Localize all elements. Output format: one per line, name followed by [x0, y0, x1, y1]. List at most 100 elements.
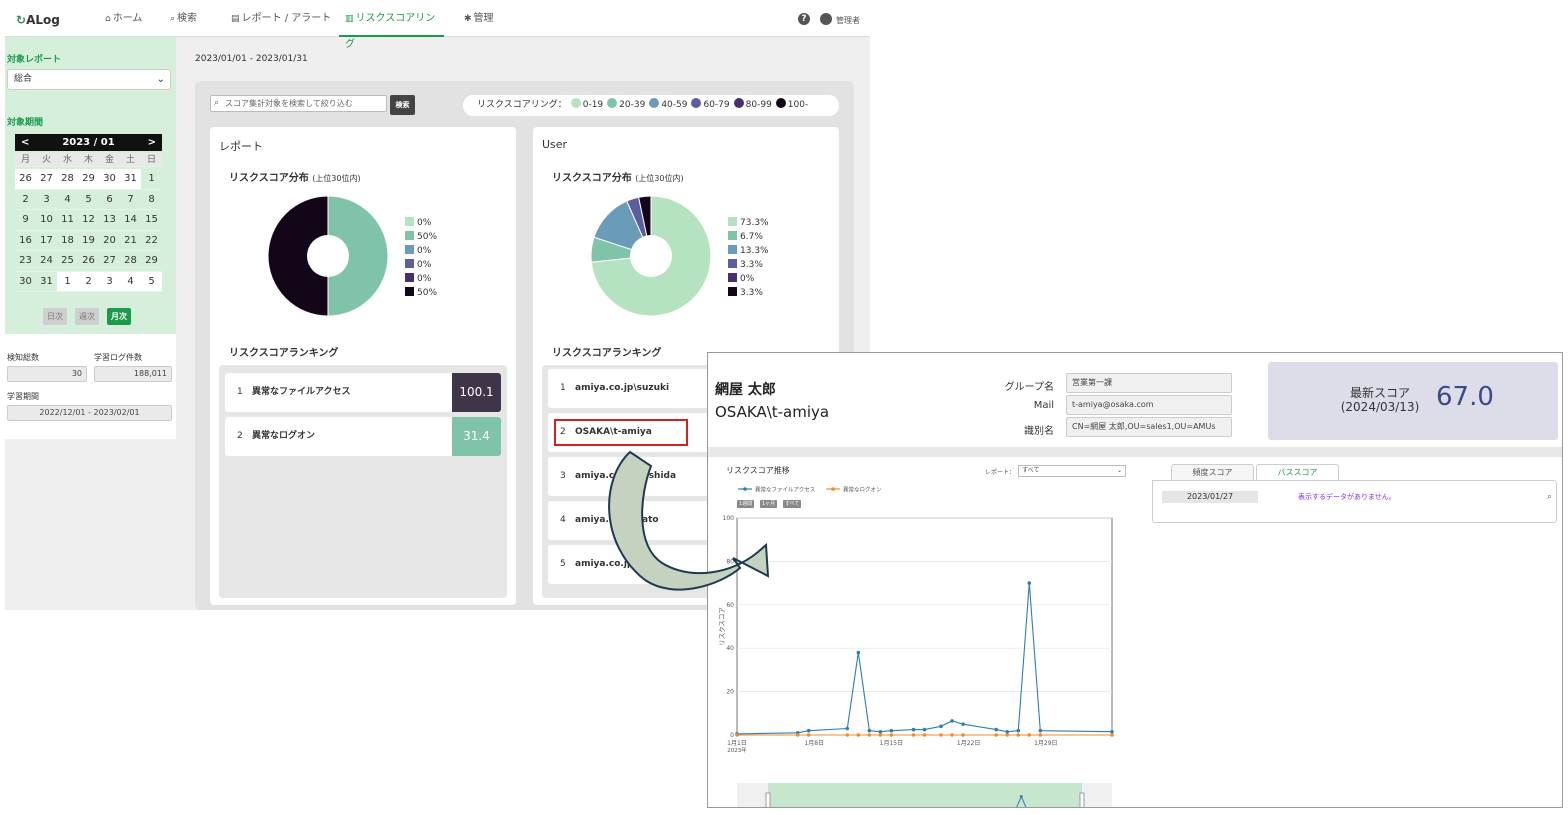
data-point[interactable]	[911, 727, 916, 732]
calendar-day[interactable]: 5	[141, 271, 162, 292]
chart-legend-label[interactable]: 異常なログオン	[843, 486, 882, 494]
chevron-right-icon[interactable]: >	[148, 134, 156, 151]
data-point[interactable]	[911, 733, 916, 737]
data-point[interactable]	[939, 724, 943, 729]
data-point[interactable]	[922, 733, 927, 737]
calendar-day[interactable]: 22	[141, 230, 162, 251]
nav-report-alert[interactable]: ▤ レポート / アラート	[231, 6, 331, 37]
data-point[interactable]	[889, 728, 894, 733]
target-report-select[interactable]: 総合 ⌄	[7, 69, 171, 90]
tab-path-score[interactable]: パススコア	[1256, 464, 1339, 481]
calendar-day[interactable]: 17	[36, 230, 57, 251]
calendar-day[interactable]: 4	[57, 189, 78, 210]
data-point[interactable]	[1038, 733, 1043, 737]
monthly-button[interactable]: 月次	[107, 308, 131, 325]
data-point[interactable]	[1005, 729, 1010, 734]
calendar-day[interactable]: 9	[15, 210, 36, 231]
calendar-day[interactable]: 14	[120, 210, 141, 231]
calendar-day[interactable]: 21	[120, 230, 141, 251]
data-point[interactable]	[922, 727, 927, 732]
calendar-day[interactable]: 28	[120, 251, 141, 272]
nav-search[interactable]: ⌕ 検索	[170, 6, 197, 37]
data-point[interactable]	[1005, 733, 1010, 737]
nav-risk-scoring[interactable]: ▥ リスクスコアリング	[339, 6, 444, 50]
calendar-day[interactable]: 26	[78, 251, 99, 272]
data-point[interactable]	[856, 650, 861, 655]
data-point[interactable]	[845, 726, 850, 731]
calendar-day[interactable]: 31	[36, 271, 57, 292]
calendar-day[interactable]: 4	[120, 271, 141, 292]
calendar-day[interactable]: 8	[141, 189, 162, 210]
data-point[interactable]	[806, 733, 811, 737]
calendar-day[interactable]: 6	[99, 189, 120, 210]
calendar-day[interactable]: 1	[57, 271, 78, 292]
calendar-day[interactable]: 29	[141, 251, 162, 272]
data-point[interactable]	[867, 728, 872, 733]
range-handle[interactable]	[765, 792, 771, 808]
data-point[interactable]	[961, 722, 965, 726]
data-point[interactable]	[1027, 733, 1032, 737]
calendar-day[interactable]: 23	[15, 251, 36, 272]
calendar-day[interactable]: 24	[36, 251, 57, 272]
report-ranking-row[interactable]: 1 異常なファイルアクセス 100.1	[225, 373, 501, 412]
search-input[interactable]: ⌕ スコア集計対象を検索して絞り込む	[210, 95, 387, 112]
data-point[interactable]	[735, 733, 739, 737]
data-point[interactable]	[1027, 581, 1032, 585]
data-point[interactable]	[845, 733, 850, 737]
calendar-day[interactable]: 5	[78, 189, 99, 210]
report-select[interactable]: すべて ⌄	[1018, 465, 1126, 477]
calendar-day[interactable]: 20	[99, 230, 120, 251]
app-logo[interactable]: ↻ALog	[16, 13, 60, 27]
data-point[interactable]	[1038, 728, 1043, 733]
chart-legend-label[interactable]: 異常なファイルアクセス	[755, 486, 815, 494]
data-point[interactable]	[1016, 728, 1021, 733]
calendar-day[interactable]: 7	[120, 189, 141, 210]
calendar-day[interactable]: 27	[36, 169, 57, 190]
calendar-day[interactable]: 2	[15, 189, 36, 210]
data-point[interactable]	[950, 719, 954, 723]
search-button[interactable]: 検索	[390, 95, 415, 115]
calendar-day[interactable]: 25	[57, 251, 78, 272]
user-label[interactable]: 管理者	[836, 15, 860, 26]
calendar-day[interactable]: 12	[78, 210, 99, 231]
daily-button[interactable]: 日次	[43, 308, 67, 325]
data-point[interactable]	[994, 727, 998, 732]
calendar-day[interactable]: 3	[36, 189, 57, 210]
calendar-day[interactable]: 1	[141, 169, 162, 190]
calendar-day[interactable]: 3	[99, 271, 120, 292]
data-point[interactable]	[806, 728, 811, 733]
calendar-day[interactable]: 26	[15, 169, 36, 190]
data-point[interactable]	[878, 733, 883, 737]
data-point[interactable]	[961, 733, 965, 737]
data-point[interactable]	[867, 733, 872, 737]
calendar-day[interactable]: 31	[120, 169, 141, 190]
user-icon[interactable]	[820, 13, 832, 25]
weekly-button[interactable]: 週次	[75, 308, 99, 325]
data-point[interactable]	[994, 733, 998, 737]
calendar-day[interactable]: 11	[57, 210, 78, 231]
calendar-day[interactable]: 16	[15, 230, 36, 251]
report-ranking-row[interactable]: 2 異常なログオン 31.4	[225, 417, 501, 456]
data-point[interactable]	[889, 733, 894, 737]
calendar-day[interactable]: 18	[57, 230, 78, 251]
calendar-day[interactable]: 2	[78, 271, 99, 292]
data-point[interactable]	[856, 733, 861, 737]
data-point[interactable]	[878, 729, 883, 734]
calendar-day[interactable]: 30	[15, 271, 36, 292]
data-point[interactable]	[939, 733, 943, 737]
nav-home[interactable]: ⌂ ホーム	[105, 6, 142, 37]
chevron-left-icon[interactable]: <	[21, 134, 29, 151]
data-point[interactable]	[795, 733, 800, 737]
calendar-day[interactable]: 28	[57, 169, 78, 190]
calendar-day[interactable]: 15	[141, 210, 162, 231]
data-point[interactable]	[950, 733, 954, 737]
tab-frequency-score[interactable]: 頻度スコア	[1171, 464, 1254, 481]
data-point[interactable]	[1110, 733, 1114, 737]
calendar-day[interactable]: 29	[78, 169, 99, 190]
help-icon[interactable]: ?	[798, 13, 810, 25]
calendar-day[interactable]: 10	[36, 210, 57, 231]
calendar-day[interactable]: 30	[99, 169, 120, 190]
range-selection[interactable]	[768, 783, 1082, 808]
calendar-day[interactable]: 19	[78, 230, 99, 251]
data-point[interactable]	[1016, 733, 1021, 737]
